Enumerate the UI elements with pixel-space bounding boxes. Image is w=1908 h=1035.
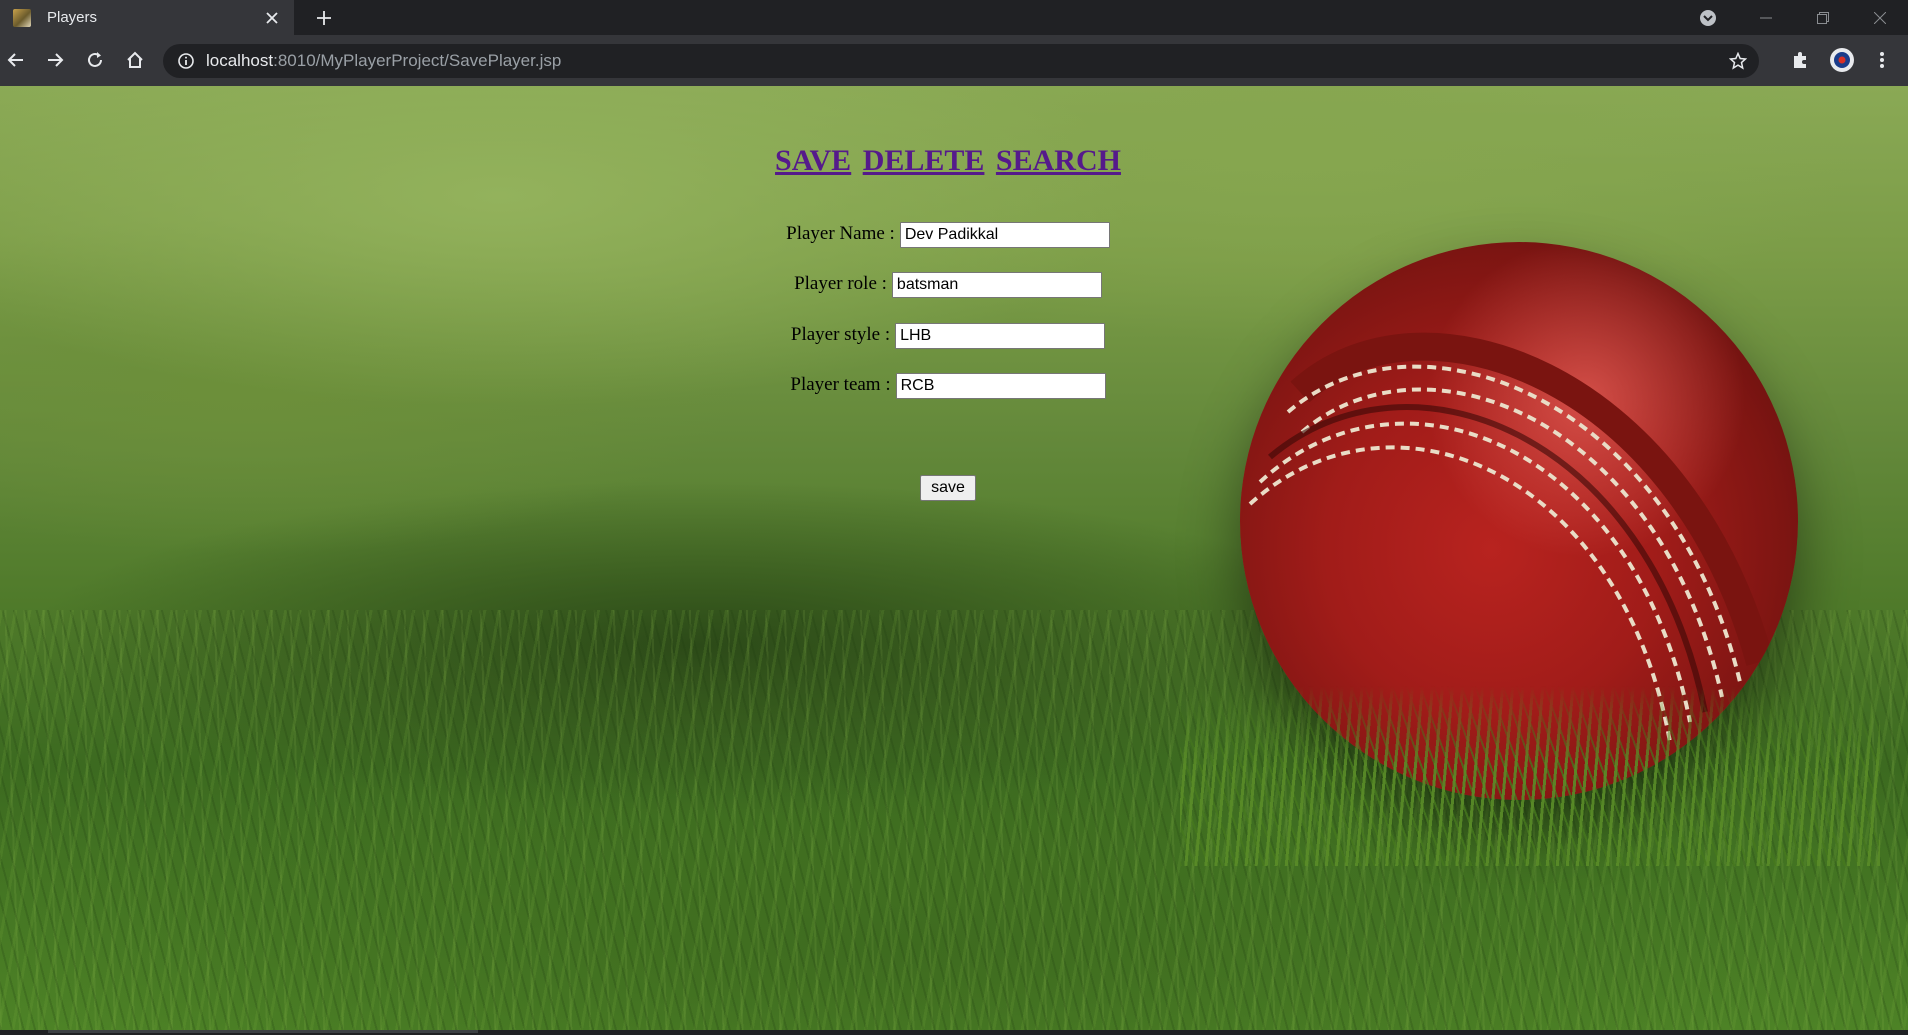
delete-link[interactable]: DELETE: [863, 144, 985, 177]
search-link[interactable]: SEARCH: [996, 144, 1121, 177]
page-viewport: SAVE DELETE SEARCH Player Name : Player …: [0, 86, 1908, 1030]
info-icon[interactable]: [176, 51, 196, 71]
player-page: SAVE DELETE SEARCH Player Name : Player …: [0, 86, 1908, 1030]
restore-icon[interactable]: [1794, 0, 1851, 35]
url-text: localhost:8010/MyPlayerProject/SavePlaye…: [206, 51, 561, 71]
favicon-icon: [13, 8, 31, 27]
extensions-icon[interactable]: [1784, 44, 1816, 76]
tab-search-icon[interactable]: [1697, 7, 1719, 29]
address-bar[interactable]: localhost:8010/MyPlayerProject/SavePlaye…: [163, 44, 1759, 78]
profile-icon[interactable]: [1826, 44, 1858, 76]
player-team-label: Player team :: [790, 374, 891, 396]
player-name-row: Player Name :: [0, 222, 1896, 248]
player-style-row: Player style :: [0, 323, 1896, 349]
back-icon[interactable]: [0, 44, 32, 76]
url-host: localhost: [206, 51, 274, 70]
tab-title: Players: [47, 9, 98, 26]
player-style-input[interactable]: [895, 323, 1106, 349]
minimize-icon[interactable]: [1737, 0, 1794, 35]
player-name-input[interactable]: [899, 222, 1110, 248]
player-role-label: Player role :: [794, 273, 887, 295]
menu-icon[interactable]: [1866, 44, 1898, 76]
browser-tab-strip: Players: [0, 0, 1908, 35]
browser-toolbar: localhost:8010/MyPlayerProject/SavePlaye…: [0, 35, 1908, 86]
plus-icon[interactable]: [310, 5, 338, 30]
forward-icon[interactable]: [39, 44, 71, 76]
save-link[interactable]: SAVE: [775, 144, 851, 177]
page-nav: SAVE DELETE SEARCH: [0, 144, 1896, 178]
player-role-input[interactable]: [891, 272, 1102, 298]
save-button[interactable]: save: [920, 475, 976, 501]
horizontal-scrollbar[interactable]: [48, 1030, 478, 1033]
window-close-icon[interactable]: [1851, 0, 1908, 35]
bottom-bar: [0, 1030, 1908, 1035]
reload-icon[interactable]: [79, 44, 111, 76]
browser-tab[interactable]: Players: [0, 0, 294, 35]
star-icon[interactable]: [1727, 50, 1749, 72]
player-team-input[interactable]: [895, 373, 1106, 399]
player-team-row: Player team :: [0, 373, 1896, 399]
url-path: :8010/MyPlayerProject/SavePlayer.jsp: [273, 51, 562, 70]
window-controls: [1737, 0, 1908, 35]
player-role-row: Player role :: [0, 272, 1896, 298]
close-icon[interactable]: [262, 8, 282, 28]
player-name-label: Player Name :: [786, 223, 895, 245]
player-style-label: Player style :: [790, 324, 891, 346]
home-icon[interactable]: [119, 44, 151, 76]
